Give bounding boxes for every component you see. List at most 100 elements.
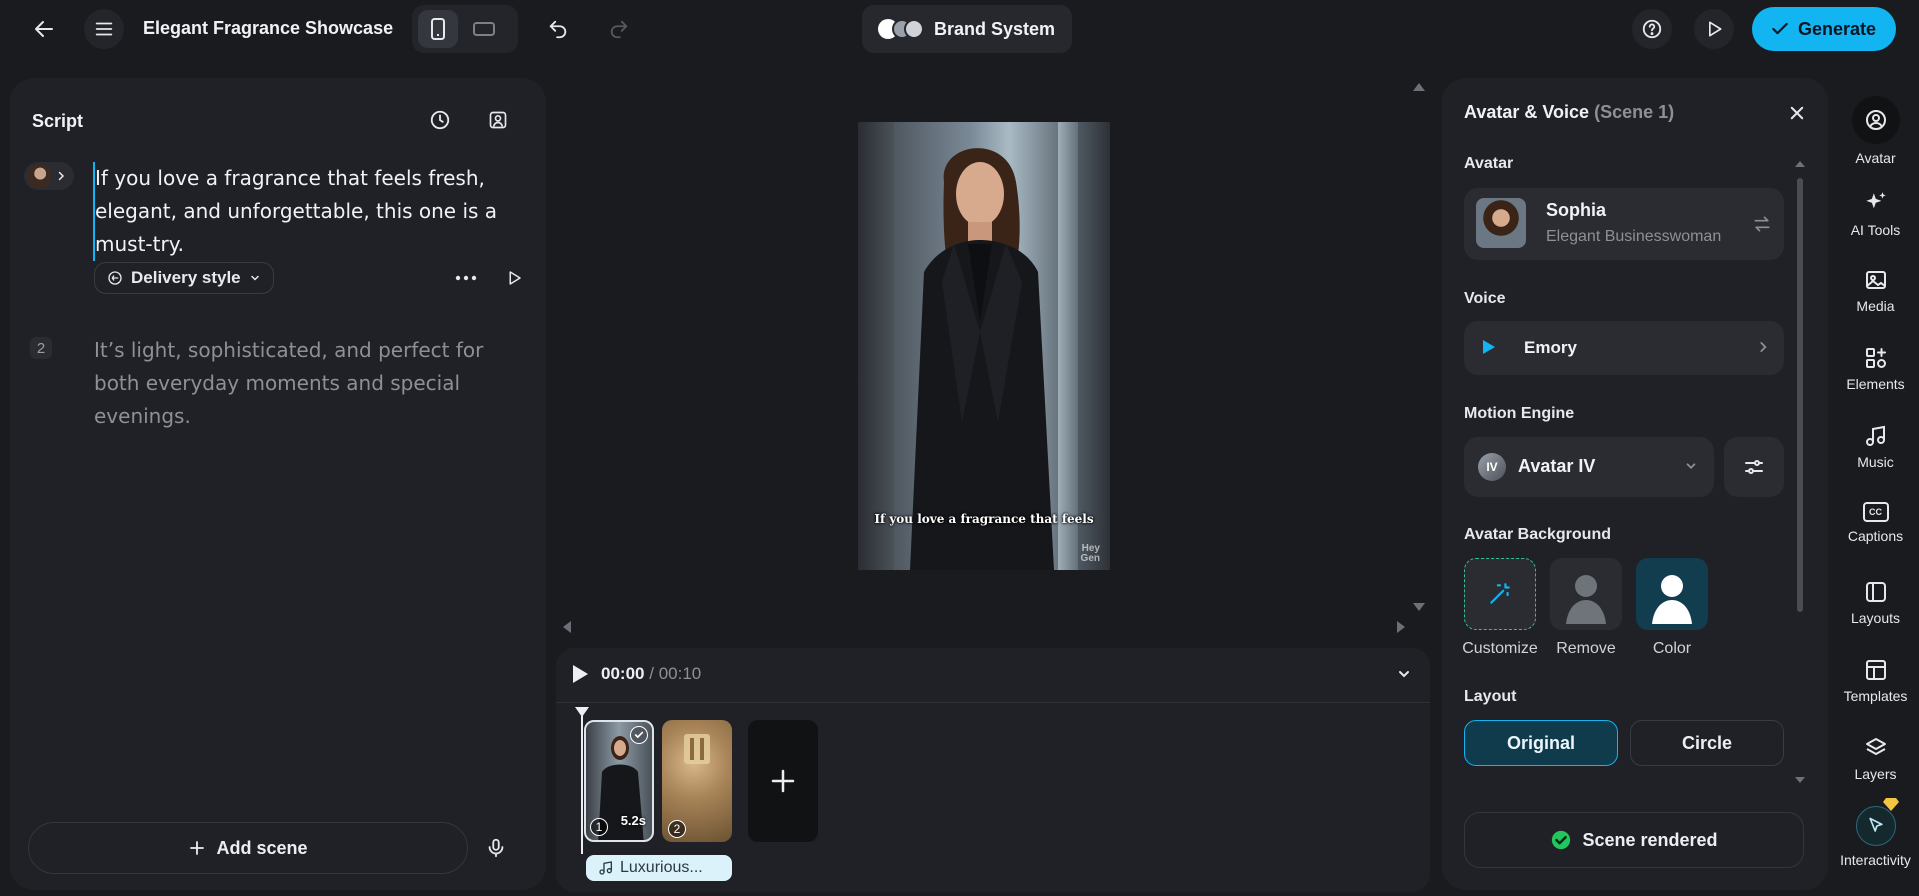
rail-ai-tools[interactable]: AI Tools <box>1832 190 1919 238</box>
bg-option-customize[interactable]: Customize <box>1462 558 1545 658</box>
scene-2-number: 2 <box>30 337 52 359</box>
motion-settings-button[interactable] <box>1724 437 1784 497</box>
layout-circle-button[interactable]: Circle <box>1630 720 1784 766</box>
avatar <box>27 164 51 188</box>
scene-1-avatar-selector[interactable] <box>24 162 74 190</box>
brand-system-toggle[interactable]: Brand System <box>862 5 1072 53</box>
play-line-icon[interactable] <box>498 264 530 292</box>
chevron-down-icon <box>1684 459 1698 473</box>
scene-1-thumbnail[interactable]: 1 5.2s <box>584 720 654 842</box>
rail-elements[interactable]: Elements <box>1832 346 1919 392</box>
layout-section-label: Layout <box>1464 688 1517 705</box>
delivery-style-label: Delivery style <box>131 268 241 287</box>
music-track[interactable]: Luxurious... <box>586 855 732 881</box>
phone-icon <box>431 18 445 40</box>
avatar-script-icon[interactable] <box>482 104 514 136</box>
bg-option-color[interactable]: Color <box>1636 558 1717 658</box>
plus-icon <box>190 841 205 855</box>
voice-play-icon[interactable] <box>1482 339 1496 355</box>
music-note-icon <box>1865 425 1885 446</box>
current-time: 00:00 <box>601 664 645 683</box>
scroll-down-icon[interactable] <box>1794 776 1806 784</box>
close-icon[interactable] <box>1782 98 1812 128</box>
interactivity-cursor-icon <box>1855 798 1899 846</box>
project-title[interactable]: Elegant Fragrance Showcase <box>143 18 393 39</box>
portrait-mode-button[interactable] <box>418 10 458 48</box>
rail-layouts[interactable]: Layouts <box>1832 580 1919 626</box>
menu-button[interactable] <box>84 9 124 49</box>
landscape-mode-button[interactable] <box>464 10 504 48</box>
panel-scrollbar[interactable] <box>1797 178 1803 612</box>
generate-button[interactable]: Generate <box>1752 7 1897 51</box>
play-icon <box>1709 21 1722 37</box>
rail-interactivity[interactable]: Interactivity <box>1832 798 1919 868</box>
panel-title-text: Avatar & Voice <box>1464 102 1590 122</box>
delivery-style-dropdown[interactable]: Delivery style <box>94 262 274 294</box>
rail-avatar[interactable]: Avatar <box>1832 96 1919 166</box>
plus-icon <box>771 769 795 793</box>
layout-original-button[interactable]: Original <box>1464 720 1618 766</box>
hamburger-icon <box>95 22 113 36</box>
voice-name: Emory <box>1524 338 1577 357</box>
canvas-scroll-right-icon[interactable] <box>1396 620 1406 634</box>
aspect-toggle <box>412 5 518 53</box>
rail-templates[interactable]: Templates <box>1832 658 1919 704</box>
rail-captions[interactable]: CC Captions <box>1832 502 1919 544</box>
scene-2-thumbnail[interactable]: 2 <box>662 720 732 842</box>
shapes-icon <box>1865 348 1886 368</box>
brand-system-label: Brand System <box>934 18 1056 39</box>
video-preview[interactable]: If you love a fragrance that feels Hey G… <box>858 122 1110 570</box>
scene-2-number: 2 <box>668 820 686 838</box>
background-options: Customize Remove Color <box>1462 558 1794 658</box>
motion-engine-value: Avatar IV <box>1518 456 1596 476</box>
scroll-up-icon[interactable] <box>1794 160 1806 168</box>
script-line-1[interactable]: If you love a fragrance that feels fresh… <box>93 162 513 261</box>
redo-icon[interactable] <box>599 9 639 49</box>
add-scene-button[interactable]: Add scene <box>28 822 468 874</box>
selected-check-icon <box>630 726 648 744</box>
back-arrow-icon[interactable] <box>24 9 64 49</box>
canvas-scroll-up-icon[interactable] <box>1412 82 1426 92</box>
avatar-description: Elegant Businesswoman <box>1546 228 1722 245</box>
timeline-add-scene-button[interactable] <box>748 720 818 842</box>
avatar-voice-panel: Avatar & Voice (Scene 1) Avatar Sophia E… <box>1442 78 1828 890</box>
undo-icon[interactable] <box>538 9 578 49</box>
rail-music[interactable]: Music <box>1832 424 1919 470</box>
timeline-play-icon[interactable] <box>568 662 592 686</box>
history-icon[interactable] <box>424 104 456 136</box>
swap-avatar-icon[interactable] <box>1752 214 1772 234</box>
panel-title: Avatar & Voice (Scene 1) <box>1464 102 1674 123</box>
total-time: 00:10 <box>658 664 702 683</box>
rail-media[interactable]: Media <box>1832 268 1919 314</box>
bg-option-remove[interactable]: Remove <box>1550 558 1631 658</box>
more-options-icon[interactable] <box>450 264 482 292</box>
canvas-scroll-down-icon[interactable] <box>1412 602 1426 612</box>
bg-option-color-label: Color <box>1652 640 1692 657</box>
rail-layers[interactable]: Layers <box>1832 736 1919 782</box>
video-caption: If you love a fragrance that feels <box>874 512 1094 526</box>
scene-1-duration: 5.2s <box>620 813 646 828</box>
preview-play-button[interactable] <box>1694 9 1734 49</box>
timeline-panel: 00:00 / 00:10 1 5.2s 2 Luxurious... <box>556 648 1430 892</box>
scene-rendered-label: Scene rendered <box>1582 829 1718 850</box>
avatar-card[interactable]: Sophia Elegant Businesswoman <box>1464 188 1784 260</box>
chevron-down-icon <box>250 275 259 281</box>
person-color-icon <box>1636 558 1708 630</box>
script-panel: Script If you love a fragrance that feel… <box>10 78 546 890</box>
voice-section-label: Voice <box>1464 290 1506 307</box>
canvas-scroll-left-icon[interactable] <box>562 620 572 634</box>
time-separator: / <box>649 664 654 683</box>
check-icon <box>1772 22 1788 35</box>
avatar-figure <box>910 148 1054 570</box>
rail-interactivity-label: Interactivity <box>1840 852 1911 868</box>
collapse-timeline-icon[interactable] <box>1392 662 1416 686</box>
help-button[interactable] <box>1632 9 1672 49</box>
image-icon <box>1865 271 1886 289</box>
motion-engine-dropdown[interactable]: IV Avatar IV <box>1464 437 1714 497</box>
microphone-icon[interactable] <box>480 832 512 864</box>
person-silhouette-icon <box>1550 558 1622 630</box>
voice-selector[interactable]: Emory <box>1464 321 1784 375</box>
script-line-2[interactable]: It’s light, sophisticated, and perfect f… <box>94 334 514 433</box>
motion-engine-badge: IV <box>1478 453 1506 481</box>
rail-avatar-label: Avatar <box>1855 150 1896 166</box>
